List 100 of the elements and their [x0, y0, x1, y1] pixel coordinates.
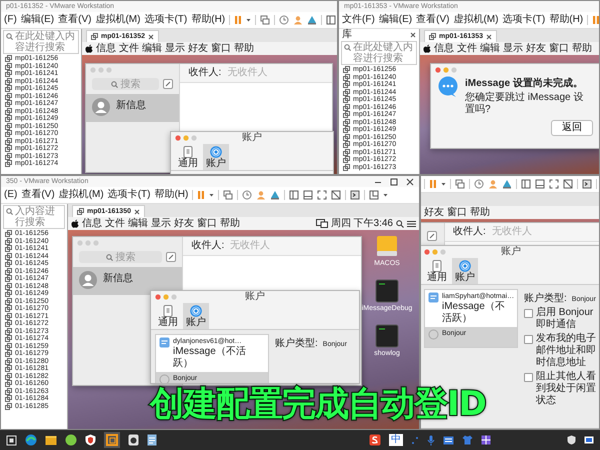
- vm-icon: [77, 208, 84, 215]
- checkbox[interactable]: [524, 309, 533, 318]
- menu-item[interactable]: 查看(V): [58, 14, 92, 26]
- menu-item[interactable]: (F): [4, 14, 17, 26]
- menu-item[interactable]: (E): [4, 189, 18, 201]
- traffic-lights-icon: [155, 294, 177, 300]
- menu-item[interactable]: 帮助(H): [154, 189, 188, 201]
- console-icon: [582, 179, 592, 189]
- menu-item[interactable]: 信息: [434, 42, 454, 54]
- toolbar-tab[interactable]: 账户: [452, 258, 478, 284]
- menu-item[interactable]: 好友: [526, 42, 546, 54]
- field-label: 账户类型:: [275, 338, 318, 350]
- menu-item[interactable]: 窗口: [211, 42, 231, 54]
- search-icon: [6, 208, 13, 215]
- device-icon: [432, 260, 442, 272]
- clock-icon: [474, 179, 484, 189]
- notepad-icon: [147, 434, 157, 446]
- pause-icon: [429, 179, 437, 189]
- speech-bubble-icon: [437, 76, 459, 98]
- toolbar-tab[interactable]: 账户: [183, 303, 209, 329]
- back-button[interactable]: 返回: [551, 120, 593, 136]
- menu-item[interactable]: 信息: [82, 218, 102, 230]
- menu-item[interactable]: 文件: [105, 218, 125, 230]
- account-icon: [210, 146, 222, 158]
- recipient-label: 收件人:: [188, 67, 222, 79]
- menu-item[interactable]: 帮助: [234, 42, 254, 54]
- menu-item[interactable]: 显示: [503, 42, 523, 54]
- menu-item[interactable]: 好友: [424, 206, 444, 218]
- menu-item[interactable]: 显示: [165, 42, 185, 54]
- account-icon: [459, 260, 471, 272]
- bottom-panel-icon: [535, 179, 545, 189]
- toolbar-tab[interactable]: 账户: [203, 144, 229, 170]
- recipient-label: 收件人:: [453, 226, 486, 238]
- menu-item[interactable]: 窗口: [197, 218, 217, 230]
- traffic-lights-icon: [435, 67, 457, 73]
- terminal-icon: [375, 324, 399, 348]
- vm-icon: [91, 33, 98, 40]
- menu-item[interactable]: 帮助: [572, 42, 592, 54]
- security-tray-icon: [567, 435, 576, 445]
- list-icon: [407, 220, 416, 228]
- menu-item[interactable]: 帮助(H): [191, 14, 226, 26]
- menu-bar-clock: 周四 下午3:46: [330, 218, 393, 230]
- menu-item[interactable]: 文件(F): [342, 14, 375, 26]
- menu-item[interactable]: 窗口: [447, 206, 467, 218]
- menu-item[interactable]: 文件: [457, 42, 477, 54]
- search-field[interactable]: 在此处键入内容进行搜索: [341, 41, 417, 65]
- menu-item[interactable]: 虚拟机(M): [58, 189, 104, 201]
- menu-item[interactable]: 编辑: [128, 218, 148, 230]
- menu-item[interactable]: 帮助: [470, 206, 490, 218]
- user-icon: [256, 190, 266, 200]
- stretch-icon: [369, 190, 380, 200]
- pause-icon: [592, 15, 599, 25]
- menu-item[interactable]: 信息: [96, 42, 116, 54]
- compose-icon: [427, 231, 437, 241]
- vm-app-icon: [106, 434, 118, 446]
- search-field[interactable]: 入内容进行搜索: [3, 205, 65, 229]
- checkbox-label: 发布我的电子邮件地址和即时信息地址: [536, 333, 597, 369]
- menu-item[interactable]: 选项卡(T): [144, 14, 188, 26]
- checkbox[interactable]: [524, 373, 533, 382]
- menu-item[interactable]: 好友: [174, 218, 194, 230]
- account-icon: [190, 304, 202, 316]
- search-icon: [110, 80, 118, 88]
- conversation-item[interactable]: 新信息: [73, 267, 182, 295]
- traffic-lights-icon: [90, 67, 112, 73]
- menu-item[interactable]: 编辑: [142, 42, 162, 54]
- avatar-icon: [92, 98, 110, 116]
- maximize-icon: [390, 178, 398, 186]
- menu-item[interactable]: 选项卡(T): [502, 14, 546, 26]
- menu-item[interactable]: 查看(V): [416, 14, 450, 26]
- menu-item[interactable]: 窗口: [549, 42, 569, 54]
- menu-item[interactable]: 帮助(H): [549, 14, 584, 26]
- menu-item[interactable]: 显示: [151, 218, 171, 230]
- input-method-icon: [369, 434, 381, 446]
- dialog-title: iMessage 设置尚未完成。: [465, 76, 584, 90]
- menu-item[interactable]: 编辑: [480, 42, 500, 54]
- search-field[interactable]: 在此处键入内容进行搜索: [3, 30, 79, 54]
- toolbar-tab[interactable]: 通用: [155, 303, 181, 329]
- menu-item[interactable]: 文件: [119, 42, 139, 54]
- toolbar-tab[interactable]: 通用: [175, 144, 201, 170]
- task-view-icon: [6, 434, 17, 446]
- device-icon: [183, 146, 193, 158]
- menu-item[interactable]: 编辑(E): [378, 14, 412, 26]
- checkbox[interactable]: [524, 335, 533, 344]
- folder-icon: [45, 434, 57, 446]
- menu-item[interactable]: 好友: [188, 42, 208, 54]
- input-language-indicator[interactable]: 中: [389, 434, 403, 446]
- menu-item[interactable]: 选项卡(T): [108, 189, 150, 201]
- menu-item[interactable]: 查看(V): [21, 189, 55, 201]
- search-icon: [106, 254, 113, 260]
- toolbar-tab[interactable]: 通用: [424, 258, 450, 284]
- menu-item[interactable]: 虚拟机(M): [95, 14, 140, 26]
- close-icon: [148, 34, 154, 40]
- pause-icon: [234, 15, 242, 25]
- menu-item[interactable]: 帮助: [220, 218, 240, 230]
- conversation-item[interactable]: 新信息: [86, 94, 180, 122]
- console-icon: [350, 190, 360, 200]
- user-icon: [488, 179, 498, 189]
- menu-item[interactable]: 虚拟机(M): [453, 14, 498, 26]
- menu-item[interactable]: 编辑(E): [20, 14, 54, 26]
- sidebar-layout-icon: [521, 179, 531, 189]
